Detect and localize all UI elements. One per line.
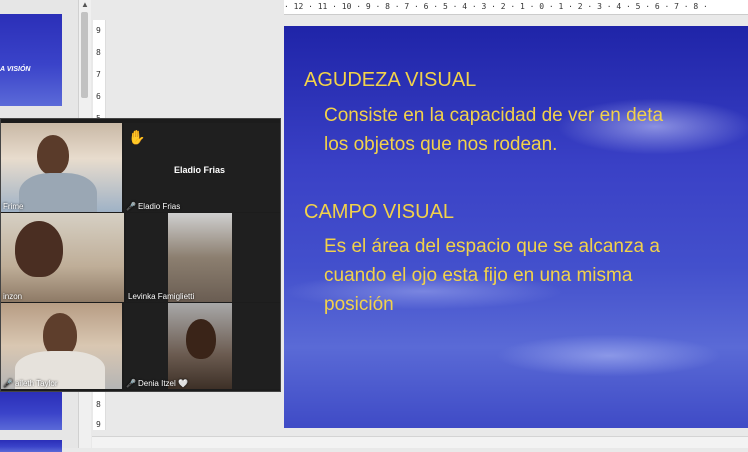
zoom-gallery-window[interactable]: Frime ✋ Eladio Frias 🎤 Eladio Frias inzon… bbox=[0, 118, 281, 392]
participant-face bbox=[37, 135, 69, 175]
participant-tile[interactable]: 🎤 Denia Itzel 🤍 bbox=[124, 303, 280, 389]
ruler-tick: 9 bbox=[96, 420, 101, 429]
horizontal-ruler: · 12 · 11 · 10 · 9 · 8 · 7 · 6 · 5 · 4 ·… bbox=[284, 0, 748, 15]
ruler-tick: 9 bbox=[96, 26, 101, 35]
participant-name: inzon bbox=[3, 292, 23, 301]
mic-muted-icon: 🎤 bbox=[126, 202, 136, 211]
participant-display-name: Eladio Frias bbox=[174, 165, 226, 175]
slide-thumbnail-1[interactable]: A VISIÓN bbox=[0, 14, 62, 106]
participant-name: Levinka Famiglietti bbox=[128, 292, 195, 301]
scroll-up-icon[interactable]: ▲ bbox=[80, 0, 90, 10]
slide-body-line[interactable]: los objetos que nos rodean. bbox=[324, 130, 557, 159]
participant-name: Frime bbox=[3, 202, 24, 211]
slide-body-line[interactable]: posición bbox=[324, 290, 394, 319]
participant-name: 🎤 Eladio Frias bbox=[126, 202, 181, 211]
participant-video bbox=[168, 213, 232, 302]
participant-body bbox=[19, 173, 97, 212]
mic-muted-icon: 🎤 bbox=[3, 379, 13, 388]
notes-bar[interactable] bbox=[92, 436, 748, 448]
ruler-tick: 8 bbox=[96, 48, 101, 57]
raised-hand-icon: ✋ bbox=[128, 129, 146, 145]
ruler-tick: 6 bbox=[96, 92, 101, 101]
participant-tile[interactable]: Levinka Famiglietti bbox=[126, 213, 280, 302]
ruler-tick: 7 bbox=[96, 70, 101, 79]
slide-canvas[interactable]: AGUDEZA VISUAL Consiste en la capacidad … bbox=[284, 26, 748, 428]
participant-tile[interactable]: ✋ Eladio Frias 🎤 Eladio Frias bbox=[124, 123, 280, 212]
slide-body-line[interactable]: Consiste en la capacidad de ver en deta bbox=[324, 101, 663, 130]
heart-icon: 🤍 bbox=[178, 379, 188, 388]
slide-thumbnail-2[interactable] bbox=[0, 392, 62, 430]
participant-name: 🎤 aileth Taylor bbox=[3, 379, 58, 388]
slide-thumbnail-3[interactable] bbox=[0, 440, 62, 452]
participant-tile[interactable]: 🎤 aileth Taylor bbox=[1, 303, 122, 389]
participant-name: 🎤 Denia Itzel 🤍 bbox=[126, 379, 188, 388]
participant-face bbox=[15, 221, 63, 277]
slide-heading-agudeza[interactable]: AGUDEZA VISUAL bbox=[304, 69, 476, 92]
participant-tile-active-speaker[interactable]: inzon bbox=[1, 213, 124, 302]
mic-muted-icon: 🎤 bbox=[126, 379, 136, 388]
slide-body-line[interactable]: cuando el ojo esta fijo en una misma bbox=[324, 261, 632, 290]
scrollbar-thumb[interactable] bbox=[81, 12, 88, 98]
slide-body-line[interactable]: Es el área del espacio que se alcanza a bbox=[324, 232, 660, 261]
slide-heading-campo[interactable]: CAMPO VISUAL bbox=[304, 201, 454, 224]
ruler-tick: 8 bbox=[96, 400, 101, 409]
slide-thumbnail-title: A VISIÓN bbox=[0, 66, 31, 73]
participant-face bbox=[186, 319, 216, 359]
participant-tile[interactable]: Frime bbox=[1, 123, 122, 212]
